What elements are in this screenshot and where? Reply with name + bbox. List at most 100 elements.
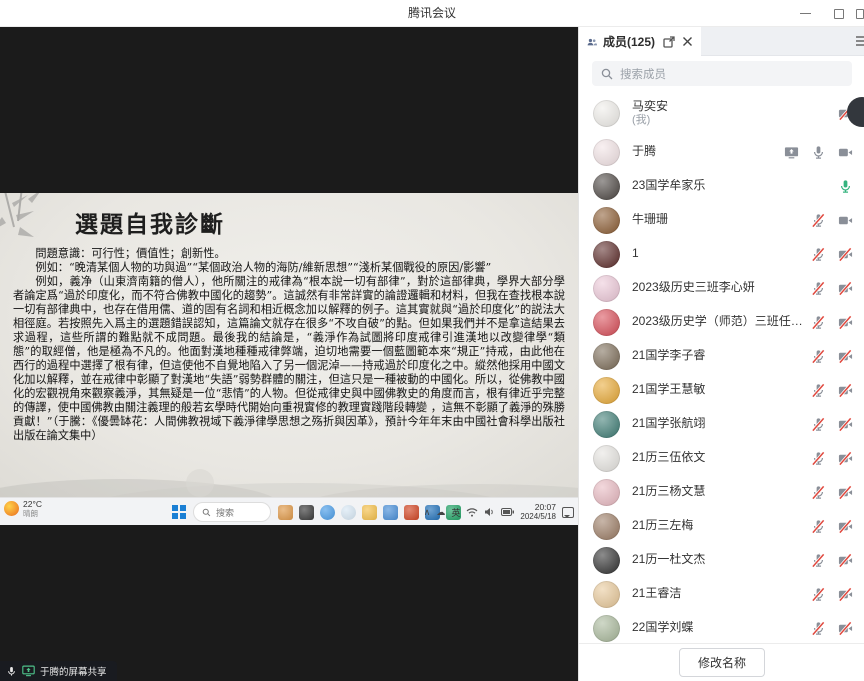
taskbar-app-folder-icon[interactable] bbox=[362, 505, 377, 520]
member-row[interactable]: 牛珊珊 bbox=[579, 203, 864, 237]
tab-members-label: 成员(125) bbox=[603, 33, 655, 50]
avatar bbox=[593, 207, 620, 234]
member-row[interactable]: 21国学张航翊 bbox=[579, 407, 864, 441]
member-name: 21国学王慧敏 bbox=[632, 383, 803, 397]
close-panel-icon[interactable] bbox=[682, 36, 693, 47]
member-row[interactable]: 21历三杨文慧 bbox=[579, 475, 864, 509]
tray-wifi-icon[interactable] bbox=[466, 507, 478, 517]
member-row[interactable]: 21历一杜文杰 bbox=[579, 543, 864, 577]
shared-slide: 選題自我診斷 問題意識：可行性；價值性；創新性。 例如：“晚清某個人物的功與過”… bbox=[0, 193, 578, 497]
taskbar-app-photos-icon[interactable] bbox=[383, 505, 398, 520]
member-row[interactable]: 21王睿洁 bbox=[579, 577, 864, 611]
avatar bbox=[593, 309, 620, 336]
mic-off-icon bbox=[811, 213, 826, 228]
avatar bbox=[593, 581, 620, 608]
mic-off-icon bbox=[811, 417, 826, 432]
member-self-tag: (我) bbox=[632, 114, 830, 127]
share-banner-text: 于腾的屏幕共享 bbox=[40, 664, 107, 678]
tray-volume-icon[interactable] bbox=[484, 507, 495, 517]
taskbar-app-edge-icon[interactable] bbox=[341, 505, 356, 520]
member-row[interactable]: 于腾 bbox=[579, 135, 864, 169]
tray-cloud-icon[interactable]: ☁ bbox=[436, 508, 445, 517]
member-panel-header: 成员(125) bbox=[579, 27, 864, 56]
screen-share-banner[interactable]: 于腾的屏幕共享 bbox=[0, 661, 117, 681]
taskbar-weather-widget[interactable]: 22°C 晴朗 bbox=[4, 500, 42, 518]
taskbar-search[interactable]: 搜索 bbox=[193, 502, 271, 522]
mic-off-icon bbox=[811, 485, 826, 500]
avatar bbox=[593, 139, 620, 166]
clipped-video-bubble bbox=[847, 97, 864, 127]
tab-members[interactable]: 成员(125) bbox=[579, 27, 701, 56]
avatar bbox=[593, 547, 620, 574]
camera-off-icon bbox=[838, 621, 853, 636]
camera-off-icon bbox=[838, 553, 853, 568]
taskbar-clock[interactable]: 20:07 2024/5/18 bbox=[520, 503, 556, 521]
member-name: 21历三杨文慧 bbox=[632, 485, 803, 499]
title-bar: 腾讯会议 bbox=[0, 0, 864, 27]
taskbar-app-paw-app-icon[interactable] bbox=[278, 505, 293, 520]
slide-body: 問題意識：可行性；價值性；創新性。 例如：“晚清某個人物的功與過”“某個政治人物… bbox=[13, 247, 565, 443]
member-name: 22国学刘蝶 bbox=[632, 621, 803, 635]
mic-icon bbox=[6, 665, 17, 678]
member-search-placeholder: 搜索成员 bbox=[620, 66, 666, 82]
minimize-icon bbox=[800, 13, 811, 14]
avatar bbox=[593, 445, 620, 472]
member-row[interactable]: 2023级历史三班李心妍 bbox=[579, 271, 864, 305]
tray-notification-icon[interactable] bbox=[562, 507, 574, 518]
mic-off-icon bbox=[811, 587, 826, 602]
camera-on-icon bbox=[838, 145, 853, 160]
member-name: 21国学张航翊 bbox=[632, 417, 803, 431]
slide-paragraph: 問題意識：可行性；價值性；創新性。 bbox=[13, 247, 565, 261]
mountain-decoration bbox=[0, 453, 578, 497]
member-row[interactable]: 马奕安(我) bbox=[579, 91, 864, 135]
member-row[interactable]: 22国学刘蝶 bbox=[579, 611, 864, 643]
avatar bbox=[593, 241, 620, 268]
more-menu-icon[interactable] bbox=[855, 34, 864, 48]
member-name: 21历一杜文杰 bbox=[632, 553, 803, 567]
member-row[interactable]: 23国学牟家乐 bbox=[579, 169, 864, 203]
member-name: 1 bbox=[632, 247, 803, 261]
tray-language-indicator[interactable]: 英 bbox=[451, 506, 460, 519]
member-search-input[interactable]: 搜索成员 bbox=[592, 61, 852, 86]
tray-date: 2024/5/18 bbox=[520, 513, 556, 521]
member-name: 21王睿洁 bbox=[632, 587, 803, 601]
tray-chevron-up-icon[interactable]: ∧ bbox=[424, 508, 431, 517]
member-list[interactable]: 马奕安(我) 于腾 23国学牟家乐牛珊珊 1 2023级历史三班李心妍2023级历史学（… bbox=[579, 91, 864, 643]
mic-off-icon bbox=[811, 349, 826, 364]
slide-paragraph: 例如：“晚清某個人物的功與過”“某個政治人物的海防/維新思想”“淺析某個戰役的原… bbox=[13, 261, 565, 275]
mic-off-icon bbox=[811, 315, 826, 330]
search-icon bbox=[601, 68, 613, 80]
close-button[interactable] bbox=[856, 0, 864, 27]
windows-start-button[interactable] bbox=[172, 505, 186, 519]
slide-paragraph: 例如，義净（山東濟南籍的僧人），他所關注的戒律為“根本說一切有部律”，對於這部律… bbox=[13, 275, 565, 443]
taskbar-app-powerpoint-icon[interactable] bbox=[404, 505, 419, 520]
member-row[interactable]: 2023级历史学（师范）三班任晓菡 bbox=[579, 305, 864, 339]
weather-temp: 22°C bbox=[23, 500, 42, 509]
camera-on-icon bbox=[838, 213, 853, 228]
tray-battery-icon[interactable] bbox=[501, 508, 514, 516]
taskbar-app-files-app-icon[interactable] bbox=[299, 505, 314, 520]
avatar bbox=[593, 100, 620, 127]
tray-time: 20:07 bbox=[535, 503, 556, 512]
rename-button[interactable]: 修改名称 bbox=[679, 648, 765, 677]
minimize-button[interactable] bbox=[788, 0, 822, 27]
mic-off-icon bbox=[811, 451, 826, 466]
shared-screen-view: 選題自我診斷 問題意識：可行性；價值性；創新性。 例如：“晚清某個人物的功與過”… bbox=[0, 27, 578, 681]
slide-title: 選題自我診斷 bbox=[75, 205, 565, 239]
mic-off-icon bbox=[811, 519, 826, 534]
maximize-button[interactable] bbox=[822, 0, 856, 27]
member-row[interactable]: 21国学李子睿 bbox=[579, 339, 864, 373]
popout-icon[interactable] bbox=[663, 36, 675, 48]
taskbar-app-chrome-icon[interactable] bbox=[320, 505, 335, 520]
member-row[interactable]: 21国学王慧敏 bbox=[579, 373, 864, 407]
member-row[interactable]: 21历三左梅 bbox=[579, 509, 864, 543]
member-row[interactable]: 1 bbox=[579, 237, 864, 271]
weather-condition: 晴朗 bbox=[23, 510, 42, 518]
taskbar-search-label: 搜索 bbox=[216, 506, 234, 519]
maximize-icon bbox=[834, 9, 844, 19]
avatar bbox=[593, 479, 620, 506]
member-row[interactable]: 21历三伍依文 bbox=[579, 441, 864, 475]
search-icon bbox=[202, 508, 211, 517]
member-name: 于腾 bbox=[632, 145, 776, 159]
avatar bbox=[593, 377, 620, 404]
